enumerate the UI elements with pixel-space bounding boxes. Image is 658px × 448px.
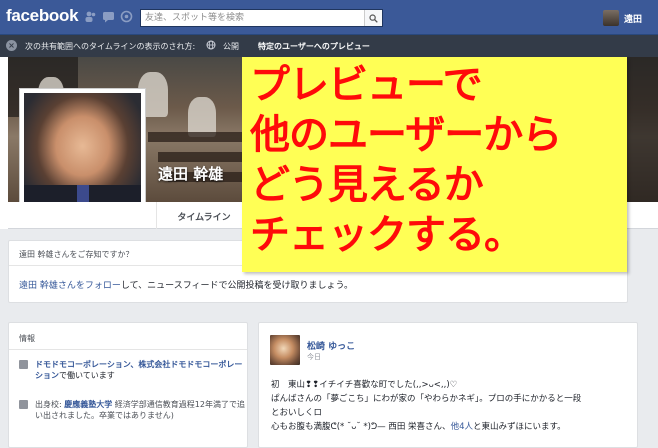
notification-jewels xyxy=(84,10,133,23)
preview-specific-user-option[interactable]: 特定のユーザーへのプレビュー xyxy=(258,41,370,52)
close-preview-icon[interactable]: × xyxy=(6,40,17,51)
post-text-last: 心もお腹も満腹ᕦ(* ˘ᴗ˘ *)ᕤ xyxy=(271,422,378,432)
callout-line: チェックする。 xyxy=(250,212,524,258)
post-text-line: とおいしくロ xyxy=(271,408,323,418)
callout-line: 他のユーザーから xyxy=(250,112,562,158)
post-text-line: 初 東山❢❢イチイチ喜歡な町でした(,,>ᴗ<,,)♡ xyxy=(271,380,458,390)
post-text-line: 心もお腹も満腹ᕦ(* ˘ᴗ˘ *)ᕤ— 西田 栄喜さん、他4人と東山みずほにいま… xyxy=(271,420,566,432)
preview-description: 次の共有範囲へのタイムラインの表示のされ方: xyxy=(25,42,196,51)
search-input[interactable] xyxy=(141,10,361,26)
annotation-callout: プレビューで 他のユーザーから どう見えるか チェックする。 xyxy=(242,57,627,272)
info-card-title: 情報 xyxy=(19,334,35,343)
do-you-know-title: 遠田 幹雄さんをご存知ですか？ xyxy=(19,250,134,259)
work-info-row: ドモドモコーポレーション、株式会社ドモドモコーポレーションで働いています xyxy=(19,359,244,383)
post-timestamp[interactable]: 今日 xyxy=(307,352,321,362)
callout-line: プレビューで xyxy=(250,62,483,108)
school-link[interactable]: 慶應義塾大学 xyxy=(64,400,112,409)
search-box xyxy=(140,9,383,27)
education-info-row: 出身校: 慶應義塾大学 経済学部通信教育過程12年満了で追い出されました。卒業で… xyxy=(19,399,245,435)
search-icon xyxy=(369,13,378,23)
tab-timeline[interactable]: タイムライン xyxy=(156,202,252,229)
facebook-logo[interactable]: facebook xyxy=(6,6,79,26)
profile-picture[interactable] xyxy=(19,88,146,216)
tag-prefix: — 西田 栄喜さん、 xyxy=(377,422,451,432)
callout-line: どう見えるか xyxy=(250,162,484,208)
graduation-cap-icon xyxy=(19,400,28,409)
timeline-post: 松崎 ゆっこ 今日 初 東山❢❢イチイチ喜歡な町でした(,,>ᴗ<,,)♡ ぱん… xyxy=(258,322,638,448)
tagged-others-link[interactable]: 他4人 xyxy=(451,422,473,432)
post-author-name[interactable]: 松崎 ゆっこ xyxy=(307,339,355,352)
messages-icon[interactable] xyxy=(102,10,115,23)
globe-icon xyxy=(206,40,216,52)
friend-requests-icon[interactable] xyxy=(84,10,97,23)
follow-prompt: 遠田 幹雄さんをフォローして、ニュースフィードで公開投稿を受け取りましょう。 xyxy=(19,278,353,291)
profile-name[interactable]: 遠田 幹雄 xyxy=(158,163,223,184)
top-navigation-bar: facebook 遠田 xyxy=(0,0,658,35)
facebook-window: facebook 遠田 × 次の共有範囲へのタイムラインの表示のされ方: xyxy=(0,0,658,448)
user-avatar[interactable] xyxy=(603,10,619,26)
school-prefix: 出身校: xyxy=(35,400,62,409)
view-as-preview-bar: × 次の共有範囲へのタイムラインの表示のされ方: 公開 特定のユーザーへのプレビ… xyxy=(0,35,658,57)
divider xyxy=(9,349,247,350)
user-name-link[interactable]: 遠田 xyxy=(624,12,642,25)
work-suffix: で働いています xyxy=(59,371,115,380)
post-author-avatar[interactable] xyxy=(270,335,300,365)
intro-info-card: 情報 ドモドモコーポレーション、株式会社ドモドモコーポレーションで働いています … xyxy=(8,322,248,448)
follow-link[interactable]: 遠田 幹雄さんをフォロー xyxy=(19,281,121,291)
search-button[interactable] xyxy=(364,10,382,26)
tag-suffix: と東山みずほにいます。 xyxy=(472,422,566,432)
notifications-icon[interactable] xyxy=(120,10,133,23)
preview-public-option[interactable]: 公開 xyxy=(223,41,239,52)
post-text-line: ぱんばさんの「夢ごこち」にわが家の「やわらかネギ」。プロの手にかかると一段 xyxy=(271,394,582,404)
briefcase-icon xyxy=(19,360,28,369)
profile-photo-image xyxy=(24,93,141,211)
follow-prompt-text: して、ニュースフィードで公開投稿を受け取りましょう。 xyxy=(120,281,353,291)
